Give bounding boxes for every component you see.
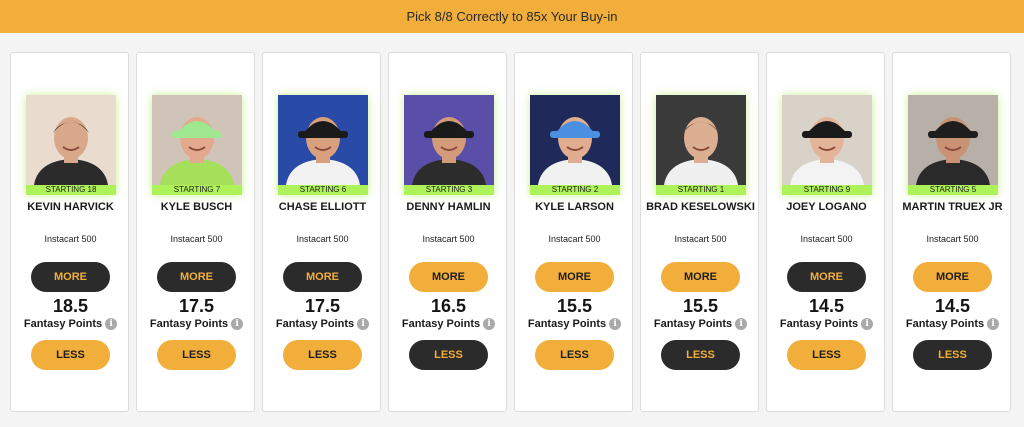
starting-position-badge: STARTING 5	[908, 185, 998, 195]
less-button[interactable]: LESS	[535, 340, 614, 370]
player-photo	[278, 95, 368, 185]
less-button[interactable]: LESS	[157, 340, 236, 370]
fantasy-points-label-row: Fantasy Points i	[515, 318, 634, 330]
less-button[interactable]: LESS	[913, 340, 992, 370]
more-button[interactable]: MORE	[535, 262, 614, 292]
player-photo-frame: STARTING 1	[656, 95, 746, 195]
info-icon[interactable]: i	[987, 318, 1000, 330]
fantasy-points-label: Fantasy Points	[527, 318, 607, 330]
player-photo-frame: STARTING 7	[152, 95, 242, 195]
info-icon[interactable]: i	[735, 318, 748, 330]
less-button[interactable]: LESS	[31, 340, 110, 370]
player-card-kevin-harvick: STARTING 18 KEVIN HARVICK Instacart 500 …	[10, 52, 129, 412]
promo-banner-text: Pick 8/8 Correctly to 85x Your Buy-in	[406, 9, 618, 24]
event-name: Instacart 500	[44, 234, 97, 244]
fantasy-points-label-row: Fantasy Points i	[389, 318, 508, 330]
player-card-denny-hamlin: STARTING 3 DENNY HAMLIN Instacart 500 MO…	[388, 52, 507, 412]
info-icon[interactable]: i	[357, 318, 370, 330]
info-icon[interactable]: i	[483, 318, 496, 330]
player-card-brad-keselowski: STARTING 1 BRAD KESELOWSKI Instacart 500…	[640, 52, 759, 412]
projected-points: 15.5	[682, 296, 719, 316]
player-photo	[530, 95, 620, 185]
more-button[interactable]: MORE	[31, 262, 110, 292]
more-button[interactable]: MORE	[913, 262, 992, 292]
player-photo-frame: STARTING 3	[404, 95, 494, 195]
fantasy-points-label: Fantasy Points	[149, 318, 229, 330]
info-icon[interactable]: i	[861, 318, 874, 330]
player-name: BRAD KESELOWSKI	[646, 201, 755, 213]
projected-points: 15.5	[556, 296, 593, 316]
player-card-chase-elliott: STARTING 6 CHASE ELLIOTT Instacart 500 M…	[262, 52, 381, 412]
event-name: Instacart 500	[422, 234, 475, 244]
more-button[interactable]: MORE	[157, 262, 236, 292]
event-name: Instacart 500	[548, 234, 601, 244]
fantasy-points-label: Fantasy Points	[275, 318, 355, 330]
player-name: JOEY LOGANO	[786, 201, 867, 213]
starting-position-badge: STARTING 18	[26, 185, 116, 195]
fantasy-points-label: Fantasy Points	[779, 318, 859, 330]
projected-points: 17.5	[304, 296, 341, 316]
more-button[interactable]: MORE	[787, 262, 866, 292]
player-photo-frame: STARTING 2	[530, 95, 620, 195]
fantasy-points-label: Fantasy Points	[653, 318, 733, 330]
player-card-kyle-busch: STARTING 7 KYLE BUSCH Instacart 500 MORE…	[136, 52, 255, 412]
fantasy-points-label-row: Fantasy Points i	[893, 318, 1012, 330]
starting-position-badge: STARTING 9	[782, 185, 872, 195]
starting-position-badge: STARTING 2	[530, 185, 620, 195]
info-icon[interactable]: i	[105, 318, 118, 330]
fantasy-points-label-row: Fantasy Points i	[767, 318, 886, 330]
player-photo	[152, 95, 242, 185]
less-button[interactable]: LESS	[787, 340, 866, 370]
fantasy-points-label-row: Fantasy Points i	[641, 318, 760, 330]
event-name: Instacart 500	[674, 234, 727, 244]
player-name: CHASE ELLIOTT	[278, 201, 367, 213]
starting-position-badge: STARTING 1	[656, 185, 746, 195]
event-name: Instacart 500	[800, 234, 853, 244]
less-button[interactable]: LESS	[409, 340, 488, 370]
starting-position-badge: STARTING 7	[152, 185, 242, 195]
player-name: KEVIN HARVICK	[27, 201, 114, 213]
more-button[interactable]: MORE	[409, 262, 488, 292]
fantasy-points-label-row: Fantasy Points i	[137, 318, 256, 330]
player-photo-frame: STARTING 6	[278, 95, 368, 195]
event-name: Instacart 500	[170, 234, 223, 244]
player-photo	[656, 95, 746, 185]
more-button[interactable]: MORE	[283, 262, 362, 292]
promo-banner: Pick 8/8 Correctly to 85x Your Buy-in	[0, 0, 1024, 33]
projected-points: 16.5	[430, 296, 467, 316]
less-button[interactable]: LESS	[661, 340, 740, 370]
info-icon[interactable]: i	[231, 318, 244, 330]
player-photo	[782, 95, 872, 185]
projected-points: 14.5	[934, 296, 971, 316]
player-photo	[908, 95, 998, 185]
player-photo-frame: STARTING 5	[908, 95, 998, 195]
player-name: KYLE LARSON	[535, 201, 614, 213]
less-button[interactable]: LESS	[283, 340, 362, 370]
player-name: KYLE BUSCH	[160, 201, 233, 213]
event-name: Instacart 500	[926, 234, 979, 244]
starting-position-badge: STARTING 3	[404, 185, 494, 195]
more-button[interactable]: MORE	[661, 262, 740, 292]
player-card-joey-logano: STARTING 9 JOEY LOGANO Instacart 500 MOR…	[766, 52, 885, 412]
player-name: MARTIN TRUEX JR	[902, 201, 1003, 213]
projected-points: 17.5	[178, 296, 215, 316]
projected-points: 18.5	[52, 296, 89, 316]
starting-position-badge: STARTING 6	[278, 185, 368, 195]
info-icon[interactable]: i	[609, 318, 622, 330]
player-photo-frame: STARTING 9	[782, 95, 872, 195]
player-card-kyle-larson: STARTING 2 KYLE LARSON Instacart 500 MOR…	[514, 52, 633, 412]
fantasy-points-label: Fantasy Points	[905, 318, 985, 330]
fantasy-points-label: Fantasy Points	[23, 318, 103, 330]
projected-points: 14.5	[808, 296, 845, 316]
fantasy-points-label-row: Fantasy Points i	[263, 318, 382, 330]
event-name: Instacart 500	[296, 234, 349, 244]
player-photo	[404, 95, 494, 185]
fantasy-points-label-row: Fantasy Points i	[11, 318, 130, 330]
player-photo	[26, 95, 116, 185]
player-card-martin-truex-jr: STARTING 5 MARTIN TRUEX JR Instacart 500…	[892, 52, 1011, 412]
player-name: DENNY HAMLIN	[406, 201, 491, 213]
fantasy-points-label: Fantasy Points	[401, 318, 481, 330]
player-photo-frame: STARTING 18	[26, 95, 116, 195]
